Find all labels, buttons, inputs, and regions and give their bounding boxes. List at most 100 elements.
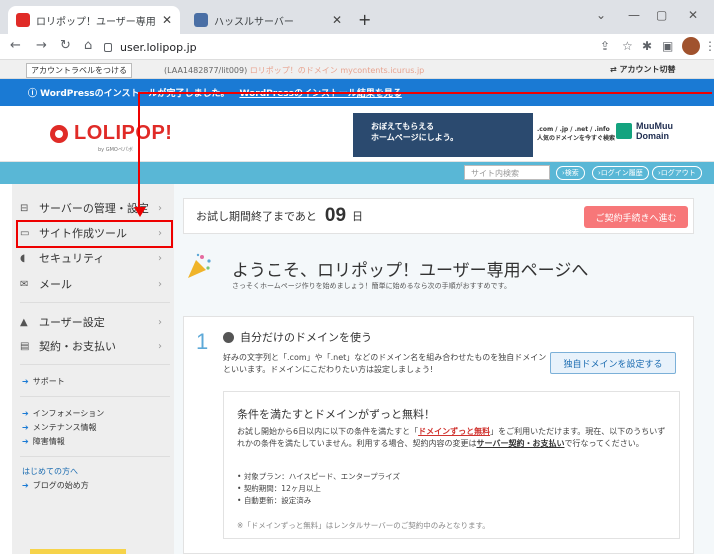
trial-days: 09	[324, 205, 347, 226]
link-label: 障害情報	[32, 437, 65, 446]
sidebar-divider	[20, 364, 170, 365]
maximize-icon[interactable]: ▢	[656, 8, 667, 22]
tab-lolipop[interactable]: ロリポップ！ユーザー専用ページ - イン ✕	[8, 6, 180, 34]
account-domain: ロリポップ！のドメイン mycontents.icurus.jp	[249, 66, 425, 75]
condition-item: 対象プラン：ハイスピード、エンタープライズ	[237, 471, 400, 483]
logo-text: LOLIPOP!	[74, 122, 173, 144]
free-domain-text: お試し開始から6日以内に以下の条件を満たすと「ドメインずっと無料」をご利用いただ…	[237, 426, 667, 450]
link-label: サポート	[32, 377, 65, 386]
arrow-right-icon: ➔	[22, 437, 29, 446]
sidebar-item-mail[interactable]: ✉ メール ›	[20, 274, 168, 294]
site-search-input[interactable]: サイト内検索	[464, 165, 550, 180]
sidebar-item-label: メール	[39, 278, 72, 291]
lolipop-logo[interactable]: LOLIPOP! by GMOペパボ	[50, 122, 173, 153]
reload-icon[interactable]: ↻	[60, 38, 71, 53]
chevron-right-icon: ›	[158, 278, 162, 290]
menu-icon[interactable]: ⋮	[704, 39, 714, 53]
tab-hustle-server[interactable]: ハッスルサーバー ✕	[186, 6, 350, 34]
chevron-right-icon: ›	[158, 252, 162, 264]
sidebar-item-security[interactable]: ◖ セキュリティ ›	[20, 248, 168, 268]
back-icon[interactable]: ←	[10, 38, 21, 53]
free-domain-link[interactable]: ドメインずっと無料	[418, 427, 490, 436]
contract-payment-link[interactable]: サーバー契約・お支払い	[477, 439, 565, 448]
sidebar-item-user-settings[interactable]: ▲ ユーザー設定 ›	[20, 312, 168, 332]
lock-icon	[104, 42, 112, 52]
login-history-button[interactable]: ›ログイン履歴	[592, 166, 649, 180]
banner-line2: ホームページにしよう。	[371, 133, 459, 142]
extensions-icon[interactable]: ✱	[642, 39, 652, 53]
domain-banner[interactable]: おぼえてもらえる ホームページにしよう。 .com / .jp / .net /…	[353, 113, 698, 157]
url-text: user.lolipop.jp	[120, 40, 197, 54]
account-switch-button[interactable]: ⇄ アカウント切替	[610, 64, 676, 75]
sidebar-link-incidents[interactable]: ➔ 障害情報	[22, 436, 65, 447]
lolipop-flame-icon	[50, 124, 68, 143]
party-popper-icon	[188, 253, 211, 278]
address-bar-row: ← → ↻ ⌂ user.lolipop.jp ⇪ ☆ ✱ ▣ ⋮	[0, 34, 714, 60]
annotation-line-top	[138, 92, 712, 94]
close-tab-icon[interactable]: ✕	[332, 13, 342, 27]
site-header: LOLIPOP! by GMOペパボ おぼえてもらえる ホームページにしよう。 …	[0, 106, 714, 162]
muumuu-line1: MuuMuu	[636, 121, 673, 131]
account-info: (LAA1482877/lit009) ロリポップ！のドメイン myconten…	[164, 65, 424, 76]
star-icon[interactable]: ☆	[622, 39, 633, 53]
url-field[interactable]: user.lolipop.jp	[104, 37, 584, 57]
logout-button[interactable]: ›ログアウト	[652, 166, 702, 180]
tab-search-icon[interactable]: ⌄	[596, 8, 606, 22]
logo-sub: by GMOペパボ	[98, 147, 133, 153]
banner-message: おぼえてもらえる ホームページにしよう。	[353, 113, 533, 157]
sidebar-banner-edge	[30, 549, 126, 554]
profile-avatar[interactable]	[682, 37, 700, 55]
sidebar-divider	[20, 456, 170, 457]
sidebar-first-time[interactable]: はじめての方へ	[22, 466, 78, 477]
free-domain-title: 条件を満たすとドメインがずっと無料！	[237, 408, 435, 421]
chevron-right-icon: ›	[158, 340, 162, 352]
user-icon: ▲	[20, 316, 28, 328]
welcome-subtitle: さっそくホームページ作りを始めましょう！簡単に始めるなら次の手順がおすすめです。	[232, 282, 511, 290]
minimize-icon[interactable]: —	[628, 8, 640, 22]
link-label: メンテナンス情報	[32, 423, 97, 432]
forward-icon[interactable]: →	[36, 38, 47, 53]
sidebar-item-label: セキュリティ	[39, 252, 105, 265]
chevron-right-icon: ›	[158, 202, 162, 214]
close-tab-icon[interactable]: ✕	[162, 13, 172, 27]
browser-tab-bar: ロリポップ！ユーザー専用ページ - イン ✕ ハッスルサーバー ✕ + ⌄ — …	[0, 0, 714, 34]
tab-title: ハッスルサーバー	[214, 16, 294, 28]
sidebar-link-blog[interactable]: ➔ ブログの始め方	[22, 480, 89, 491]
share-icon[interactable]: ⇪	[600, 39, 610, 53]
step-description: 好みの文字列と「.com」や「.net」などのドメイン名を組み合わせたものを独自…	[223, 353, 547, 374]
welcome-section: ようこそ、ロリポップ！ユーザー専用ページへ さっそくホームページ作りを始めましょ…	[174, 244, 714, 304]
account-bar: アカウントラベルをつける (LAA1482877/lit009) ロリポップ！の…	[0, 60, 714, 79]
lolipop-favicon-icon	[16, 13, 30, 27]
sidepanel-icon[interactable]: ▣	[662, 39, 673, 53]
billing-icon: ▤	[20, 340, 30, 352]
search-button[interactable]: ›検索	[556, 166, 585, 180]
new-tab-button[interactable]: +	[358, 10, 371, 29]
sidebar-divider	[20, 302, 170, 303]
muumuu-icon	[616, 123, 632, 139]
page: ロリポップ！ユーザー専用ページ - イン ✕ ハッスルサーバー ✕ + ⌄ — …	[0, 0, 714, 554]
sidebar-item-label: ユーザー設定	[39, 316, 105, 329]
sidebar-link-support[interactable]: ➔ サポート	[22, 376, 65, 387]
sidebar-link-maintenance[interactable]: ➔ メンテナンス情報	[22, 422, 97, 433]
trial-prefix: お試し期間終了まであと	[196, 210, 317, 223]
muumuu-line2: Domain	[636, 131, 670, 141]
arrow-right-icon: ➔	[22, 377, 29, 386]
home-icon[interactable]: ⌂	[84, 38, 92, 53]
sidebar-item-label: 契約・お支払い	[39, 340, 116, 353]
tab-title: ロリポップ！ユーザー専用ページ - イン	[36, 16, 156, 28]
arrow-right-icon: ➔	[22, 481, 29, 490]
step-title-text: 自分だけのドメインを使う	[240, 331, 372, 344]
contract-button[interactable]: ご契約手続きへ進む	[584, 206, 688, 228]
sidebar-item-billing[interactable]: ▤ 契約・お支払い ›	[20, 336, 168, 356]
free-text-1: お試し開始から6日以内に以下の条件を満たすと「	[237, 427, 419, 436]
condition-item: 自動更新：設定済み	[237, 495, 400, 507]
banner-domain-line2: 人気のドメインを今すぐ検索	[537, 135, 616, 142]
sidebar-link-information[interactable]: ➔ インフォメーション	[22, 408, 104, 419]
set-domain-button[interactable]: 独自ドメインを設定する	[550, 352, 676, 374]
chevron-right-icon: ›	[158, 316, 162, 328]
sidebar-divider	[20, 396, 170, 397]
account-label-button[interactable]: アカウントラベルをつける	[26, 63, 132, 78]
conditions-list: 対象プラン：ハイスピード、エンタープライズ 契約期間：12ヶ月以上 自動更新：設…	[237, 471, 400, 507]
close-window-icon[interactable]: ✕	[688, 8, 698, 22]
server-icon: ⊟	[20, 202, 29, 214]
